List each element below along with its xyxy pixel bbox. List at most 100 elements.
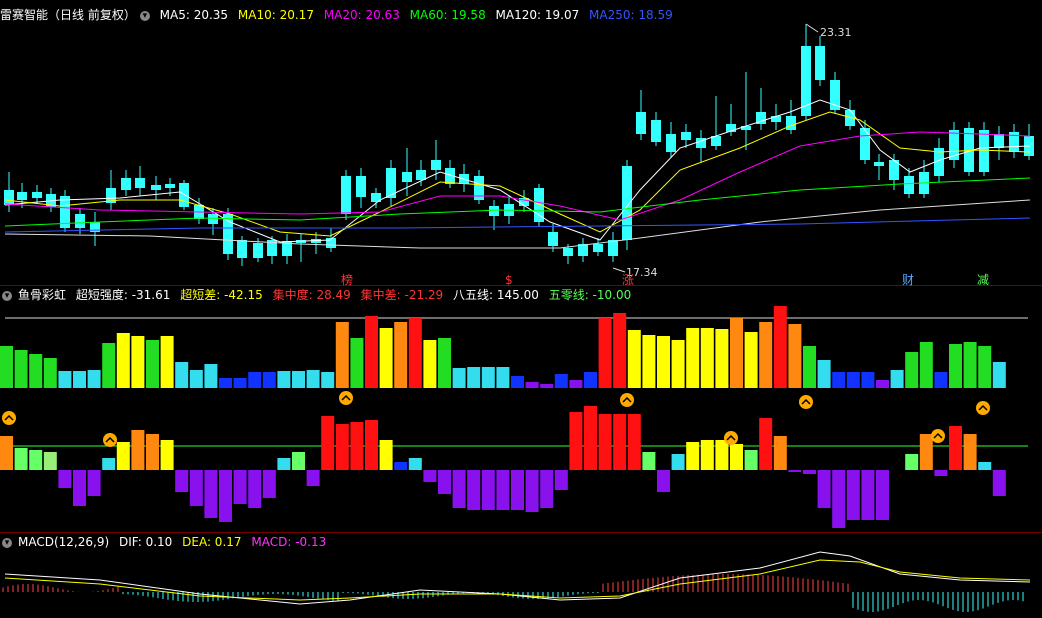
candle-body	[356, 176, 366, 197]
chevron-up-icon-bg	[931, 429, 945, 443]
candle-body	[593, 244, 603, 252]
candle-body	[402, 172, 412, 182]
candle	[979, 122, 989, 176]
candle	[179, 180, 189, 210]
candle	[90, 212, 100, 246]
candle	[296, 234, 306, 262]
fish-lower-bar	[803, 470, 816, 474]
fish-lower-bar	[350, 422, 364, 470]
fish-lower-bar	[671, 454, 685, 470]
fish-lower-bar	[525, 470, 539, 512]
chevron-up-icon-bg	[103, 433, 117, 447]
fish-lower-bar	[29, 450, 43, 470]
candle-body	[608, 240, 618, 256]
fish-lower-bar	[511, 470, 524, 510]
fish-top-bar	[963, 342, 977, 388]
fish-top-bar	[292, 371, 305, 388]
candle	[608, 232, 618, 262]
candle	[919, 160, 929, 198]
candle-body	[165, 184, 175, 188]
fish-top-bar	[949, 344, 962, 388]
dif-line	[4, 551, 1031, 605]
fish-top-bar	[657, 336, 670, 388]
fish-lower-bar	[584, 406, 597, 470]
fish-top-bar	[584, 372, 597, 388]
fish-top-bar	[525, 382, 539, 388]
fish-lower-bar	[204, 470, 218, 518]
candle	[711, 96, 721, 150]
fish-lower-bar	[919, 434, 933, 470]
fish-top-bar	[554, 374, 568, 388]
candle-body	[681, 132, 691, 140]
marker-bang: 榜	[341, 272, 353, 287]
candle-body	[341, 176, 351, 214]
candle	[32, 185, 42, 204]
fish-lower-bar	[160, 440, 174, 470]
fish-lower-bar	[496, 470, 510, 510]
fish-top-bar	[861, 372, 875, 388]
fish-lower-bar	[773, 436, 787, 470]
fish-lower-bar	[87, 470, 101, 496]
candle-body	[253, 243, 263, 258]
fish-top-bar	[365, 316, 378, 388]
fish-top-bar	[919, 342, 933, 388]
fish-lower-bar	[759, 418, 773, 470]
fish-lower-bar	[365, 420, 378, 470]
candle	[964, 122, 974, 176]
fish-top-bar	[175, 362, 189, 388]
fish-top-bar	[759, 322, 773, 388]
candle-body	[416, 170, 426, 180]
fish-top-bar	[642, 335, 656, 388]
chevron-up-icon-bg	[339, 391, 353, 405]
fish-top-bar	[715, 329, 729, 388]
candle	[151, 176, 161, 200]
candle	[282, 234, 292, 264]
fish-lower-bar	[233, 470, 247, 504]
candle-body	[904, 176, 914, 194]
candle	[578, 238, 588, 262]
high-price-label: 23.31	[820, 26, 852, 39]
fish-top-bar	[306, 370, 320, 388]
fish-lower-bar	[613, 414, 627, 470]
fish-top-bar	[29, 354, 43, 388]
fish-lower-bar	[43, 452, 57, 470]
fish-lower-bar	[978, 462, 992, 470]
candle	[815, 36, 825, 86]
candle	[194, 198, 204, 224]
fish-top-bar	[189, 370, 203, 388]
candle-body	[979, 130, 989, 172]
fish-lower-bar	[554, 470, 568, 490]
fish-top-bar	[890, 370, 904, 388]
candle-body	[223, 214, 233, 254]
candle-body	[32, 192, 42, 198]
candle	[593, 238, 603, 256]
stock-chart-canvas[interactable]: 23.31 17.34 榜 $ 涨 财 减	[0, 0, 1042, 618]
fish-lower-bar	[846, 470, 860, 520]
fish-top-bar	[14, 350, 28, 388]
fish-lower-bar	[335, 424, 349, 470]
fish-top-bar	[876, 380, 889, 388]
fish-lower-bar	[481, 470, 495, 510]
candle-body	[135, 178, 145, 188]
chevron-up-icon-bg	[620, 393, 634, 407]
fish-top-bar	[262, 372, 276, 388]
chevron-up-icon	[2, 411, 16, 425]
fish-top-bar	[744, 332, 758, 388]
fish-lower-bar	[686, 442, 700, 470]
fish-lower-bar	[116, 442, 130, 470]
macd-histogram	[2, 551, 1031, 612]
candle-body	[666, 134, 676, 152]
candle	[223, 208, 233, 260]
chevron-up-icon	[339, 391, 353, 405]
fish-top-bar	[613, 313, 627, 388]
fish-lower-bar	[394, 462, 408, 470]
fish-lower-bar	[569, 412, 583, 470]
chevron-up-icon-bg	[2, 411, 16, 425]
fish-lower-bar	[175, 470, 189, 492]
fish-top-bar	[87, 370, 101, 388]
fish-lower-bar	[627, 414, 641, 470]
fish-lower-bar	[540, 470, 554, 508]
fish-top-bar	[160, 336, 174, 388]
candle-body	[151, 185, 161, 190]
ma120-line	[4, 199, 1031, 249]
